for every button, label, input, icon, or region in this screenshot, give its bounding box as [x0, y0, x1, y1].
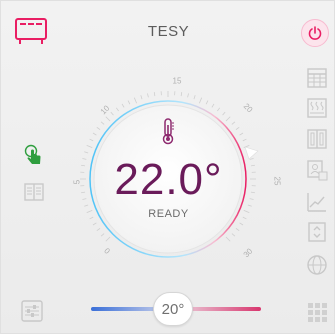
dial-tick — [248, 205, 252, 206]
dial-tick — [87, 145, 93, 147]
scale-label-15: 15 — [173, 77, 182, 86]
dial-tick — [212, 104, 214, 107]
dial-tick — [122, 104, 124, 107]
dial-tick — [101, 122, 104, 125]
dial-tick — [93, 223, 96, 225]
dial-tick — [226, 237, 230, 241]
dial-tick — [128, 101, 130, 105]
dial-tick — [243, 139, 247, 141]
dial-tick — [223, 112, 226, 115]
dial-tick — [90, 139, 94, 141]
dial-tick — [154, 92, 155, 96]
dial-tick — [217, 108, 219, 111]
dial-tick — [106, 237, 110, 241]
dial-tick — [97, 228, 100, 230]
dial-tick — [226, 117, 230, 121]
dial-tick — [236, 228, 239, 230]
dial-tick — [84, 205, 88, 206]
dial-tick — [93, 133, 96, 135]
dial-tick — [111, 112, 114, 115]
dial-tick — [106, 117, 110, 121]
dial-tick — [194, 95, 195, 99]
boost-icon[interactable] — [306, 221, 328, 243]
dial-tick — [97, 127, 100, 129]
dial-tick — [232, 122, 235, 125]
dial-tick — [240, 133, 243, 135]
dial-tick — [206, 101, 208, 105]
sliders-icon[interactable] — [21, 300, 43, 322]
status-label: READY — [1, 208, 335, 220]
apps-grid-icon[interactable] — [306, 301, 328, 323]
chart-icon[interactable] — [306, 191, 328, 213]
calendar-icon[interactable] — [306, 67, 328, 89]
dial-tick — [240, 223, 243, 225]
dial-tick — [116, 108, 118, 111]
window-icon[interactable] — [306, 128, 328, 150]
setpoint-slider-knob[interactable]: 20° — [153, 292, 193, 326]
dial-tick — [236, 127, 239, 129]
current-temperature: 22.0° — [1, 155, 335, 205]
book-icon[interactable] — [23, 181, 45, 203]
radiator-icon[interactable] — [306, 97, 328, 119]
thermostat-app: TESY — [0, 0, 335, 334]
dial-tick — [232, 234, 235, 237]
dial-tick — [134, 98, 136, 104]
dial-tick — [181, 92, 182, 96]
dial-tick — [147, 93, 148, 97]
touch-hand-icon[interactable] — [23, 144, 45, 166]
presence-icon[interactable] — [306, 159, 328, 181]
dial-tick — [199, 98, 201, 104]
dial-tick — [84, 152, 88, 153]
dial-tick — [188, 93, 189, 97]
dial-tick — [141, 95, 142, 99]
dial-tick — [101, 234, 104, 237]
globe-icon[interactable] — [306, 254, 328, 276]
